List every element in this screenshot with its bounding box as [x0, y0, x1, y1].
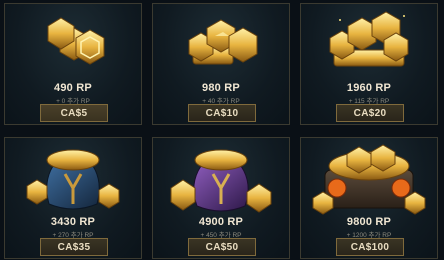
coin-pile-icon	[153, 8, 289, 78]
bundle-card-4900[interactable]: 4900 RP + 450 추가 RP CA$50	[152, 137, 290, 259]
bundle-card-490[interactable]: 490 RP + 0 추가 RP CA$5	[4, 3, 142, 125]
bundle-card-3430[interactable]: 3430 RP + 270 추가 RP CA$35	[4, 137, 142, 259]
rp-amount: 980 RP	[202, 82, 240, 94]
price-button[interactable]: CA$5	[40, 104, 108, 122]
treasure-chest-icon	[301, 142, 437, 215]
rp-bundle-grid: 490 RP + 0 추가 RP CA$5 980 RP + 40 추가 RP …	[4, 3, 442, 259]
bundle-card-1960[interactable]: 1960 RP + 115 추가 RP CA$20	[300, 3, 438, 125]
rp-amount: 9800 RP	[346, 216, 392, 228]
rp-amount: 490 RP	[54, 82, 92, 94]
price-button[interactable]: CA$20	[336, 104, 404, 122]
bundle-card-9800[interactable]: 9800 RP + 1200 추가 RP CA$100	[300, 137, 438, 259]
bundle-card-980[interactable]: 980 RP + 40 추가 RP CA$10	[152, 3, 290, 125]
price-button[interactable]: CA$50	[188, 238, 256, 256]
rp-amount: 1960 RP	[346, 82, 392, 94]
coin-stack-small-icon	[5, 8, 141, 78]
blue-sack-icon	[5, 142, 141, 212]
purple-sack-icon	[153, 142, 289, 213]
rp-amount: 3430 RP	[50, 216, 96, 228]
price-button[interactable]: CA$10	[188, 104, 256, 122]
price-button[interactable]: CA$35	[40, 238, 108, 256]
coin-pile-large-icon	[301, 8, 437, 78]
price-button[interactable]: CA$100	[336, 238, 404, 256]
rp-amount: 4900 RP	[198, 216, 244, 228]
